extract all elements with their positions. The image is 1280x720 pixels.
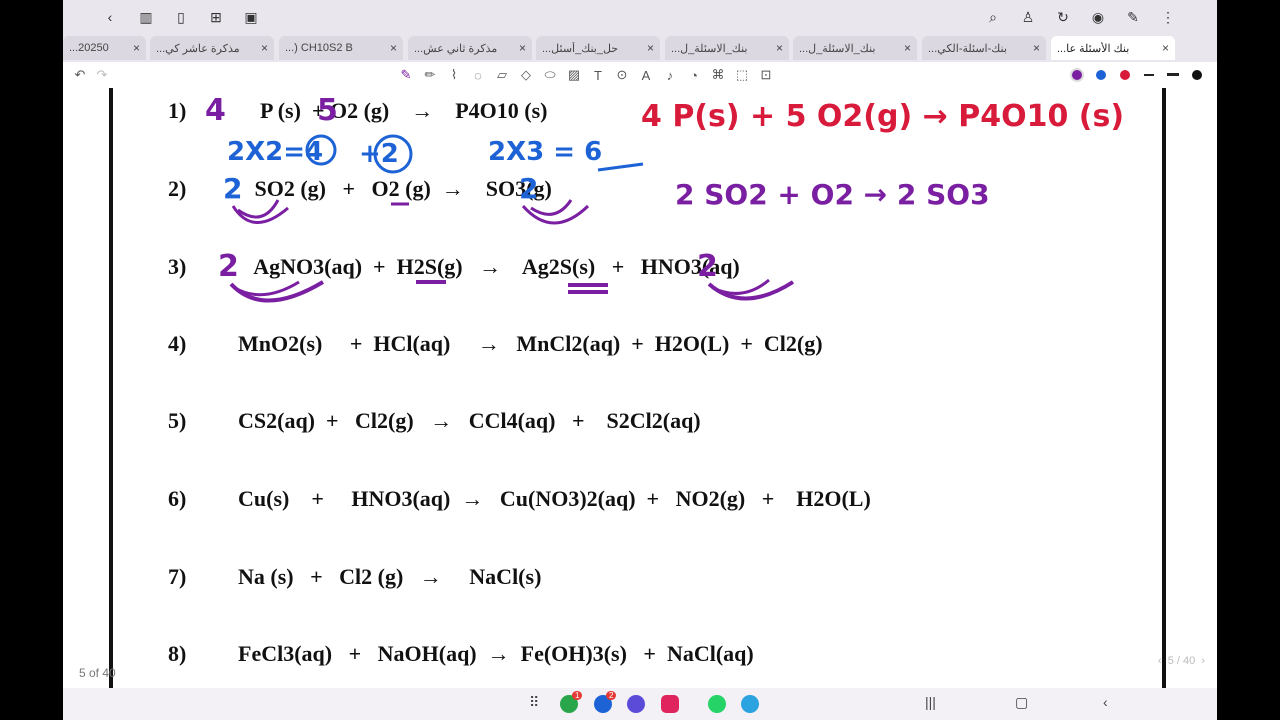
- tab-label: مذكرة عاشر كي...: [156, 42, 240, 55]
- ink-coef-2: 2: [697, 249, 718, 284]
- tab[interactable]: 20250... ×: [63, 36, 146, 60]
- handwritten-ink-layer: 4 5 2X2=4 +2 2X3 = 6 2 2 2 2 4 P(s) + 5 …: [205, 93, 1124, 303]
- tab-label: 20250...: [69, 42, 109, 54]
- close-icon[interactable]: ×: [1162, 41, 1169, 55]
- close-icon[interactable]: ×: [1033, 41, 1040, 55]
- eraser-icon[interactable]: ◇: [517, 66, 535, 84]
- select-icon[interactable]: ⬚: [733, 66, 751, 84]
- purple-color-swatch[interactable]: [1072, 70, 1082, 80]
- shirt-icon[interactable]: ♙: [1017, 6, 1039, 28]
- rotate-icon[interactable]: ↻: [1052, 6, 1074, 28]
- ink-underline: [597, 162, 644, 172]
- undo-icon[interactable]: ↶: [71, 66, 89, 84]
- text-icon[interactable]: T: [589, 66, 607, 84]
- close-icon[interactable]: ×: [261, 41, 268, 55]
- ink-coef-2: 2: [519, 172, 538, 205]
- bookmark-icon[interactable]: ▯: [170, 6, 192, 28]
- close-icon[interactable]: ×: [519, 41, 526, 55]
- ink-calc-2x3: 2X3 = 6: [488, 137, 602, 167]
- notification-badge: 1: [572, 691, 583, 700]
- tab[interactable]: بنك-اسئلة-الكي... ×: [922, 36, 1046, 60]
- app-icon-browser[interactable]: [627, 695, 645, 713]
- close-icon[interactable]: ×: [390, 41, 397, 55]
- ink-coef-2: 2: [223, 172, 242, 205]
- mic-icon[interactable]: ♪: [661, 66, 679, 84]
- back-icon[interactable]: ‹: [99, 6, 121, 28]
- apps-grid-icon[interactable]: ⠿: [529, 694, 539, 711]
- recent-apps-icon[interactable]: |||: [925, 694, 936, 710]
- more-icon[interactable]: ⋮: [1157, 6, 1179, 28]
- ink-arrow: [231, 205, 289, 224]
- ocr-icon[interactable]: ⊙: [613, 66, 631, 84]
- tab[interactable]: حل_بنك_أسئل... ×: [536, 36, 660, 60]
- tab[interactable]: بنك_الاسئلة_ل... ×: [793, 36, 917, 60]
- add-page-icon[interactable]: ⊞: [205, 6, 227, 28]
- shape-icon[interactable]: ⬭: [541, 66, 559, 84]
- edit-doc-icon[interactable]: ✎: [1122, 6, 1144, 28]
- search-icon[interactable]: ⌕: [982, 6, 1004, 28]
- screen: ‹ ▥ ▯ ⊞ ▣ ⌕ ♙ ↻ ◉ ✎ ⋮ 20250... × مذكرة عا…: [63, 0, 1217, 720]
- ink-arrow: [234, 280, 300, 297]
- tab-bar: 20250... × مذكرة عاشر كي... × CH10S2 B (..…: [63, 34, 1217, 83]
- close-icon[interactable]: ×: [647, 41, 654, 55]
- pencil-icon[interactable]: ✏: [421, 66, 439, 84]
- notification-badge: 2: [606, 691, 617, 700]
- home-icon[interactable]: ▢: [1015, 694, 1028, 711]
- ink-arrow: [237, 199, 280, 219]
- close-icon[interactable]: ×: [904, 41, 911, 55]
- pager[interactable]: ‹ 5 / 40 ›: [1158, 655, 1205, 667]
- ink-coef-5: 5: [317, 93, 338, 128]
- tab[interactable]: بنك_الاسئلة_ل... ×: [665, 36, 789, 60]
- thin-stroke-option[interactable]: [1144, 74, 1154, 76]
- tab-label: بنك_الاسئلة_ل...: [671, 42, 748, 55]
- app-icon-whatsapp[interactable]: [708, 695, 726, 713]
- tab[interactable]: CH10S2 B (... ×: [279, 36, 403, 60]
- tab-label: بنك الأسئلة عا...: [1057, 42, 1130, 55]
- crop-icon[interactable]: ▣: [240, 6, 262, 28]
- thick-stroke-option[interactable]: [1192, 70, 1202, 80]
- tab-label: حل_بنك_أسئل...: [542, 42, 619, 55]
- redo-icon[interactable]: ↷: [93, 66, 111, 84]
- medium-stroke-option[interactable]: [1167, 73, 1179, 76]
- back-nav-icon[interactable]: ‹: [1103, 694, 1108, 710]
- ink-coef-2: 2: [218, 249, 239, 284]
- lasso-icon[interactable]: ◌: [469, 66, 487, 84]
- annotation-toolbar: ↶ ↷ ✎ ✏ ⌇ ◌ ▱ ◇ ⬭ ▨ T ⊙ A ♪ ◔ ⌘ ⬚ ⊡: [63, 62, 1217, 89]
- red-color-swatch[interactable]: [1120, 70, 1130, 80]
- ink-purple-equation: 2 SO2 + O2 → 2 SO3: [675, 178, 990, 211]
- tab[interactable]: مذكرة عاشر كي... ×: [150, 36, 274, 60]
- tab-active[interactable]: بنك الأسئلة عا... ×: [1051, 36, 1175, 60]
- app-icon-camera[interactable]: [661, 695, 679, 713]
- image-icon[interactable]: ▨: [565, 66, 583, 84]
- text-box-icon[interactable]: A: [637, 66, 655, 84]
- top-app-bar: ‹ ▥ ▯ ⊞ ▣ ⌕ ♙ ↻ ◉ ✎ ⋮: [63, 0, 1217, 34]
- ink-coef-4: 4: [205, 93, 226, 128]
- link-icon[interactable]: ⌘: [709, 66, 727, 84]
- pen-icon[interactable]: ✎: [397, 66, 415, 84]
- highlighter-icon[interactable]: ▱: [493, 66, 511, 84]
- blue-color-swatch[interactable]: [1096, 70, 1106, 80]
- document-page[interactable]: 1) P (s) + O2 (g) → P4O10 (s) 2) SO2 (g)…: [63, 88, 1217, 720]
- sidebar-icon[interactable]: ▥: [135, 6, 157, 28]
- brush-icon[interactable]: ⌇: [445, 66, 463, 84]
- ink-red-equation: 4 P(s) + 5 O2(g) → P4O10 (s): [641, 99, 1124, 134]
- tab-label: CH10S2 B (...: [285, 42, 353, 54]
- system-nav-bar: ⠿ 1 2 ||| ▢ ‹: [63, 688, 1217, 720]
- tab[interactable]: مذكرة ثاني عش... ×: [408, 36, 532, 60]
- page-indicator: 5 of 40: [79, 666, 116, 680]
- eye-icon[interactable]: ◉: [1087, 6, 1109, 28]
- close-icon[interactable]: ×: [776, 41, 783, 55]
- sticker-icon[interactable]: ◔: [685, 66, 703, 84]
- ink-arrow: [712, 278, 770, 295]
- scan-icon[interactable]: ⊡: [757, 66, 775, 84]
- tab-label: مذكرة ثاني عش...: [414, 42, 498, 55]
- app-icon-telegram[interactable]: [741, 695, 759, 713]
- tab-label: بنك_الاسئلة_ل...: [799, 42, 876, 55]
- tab-label: بنك-اسئلة-الكي...: [928, 42, 1007, 55]
- close-icon[interactable]: ×: [133, 41, 140, 55]
